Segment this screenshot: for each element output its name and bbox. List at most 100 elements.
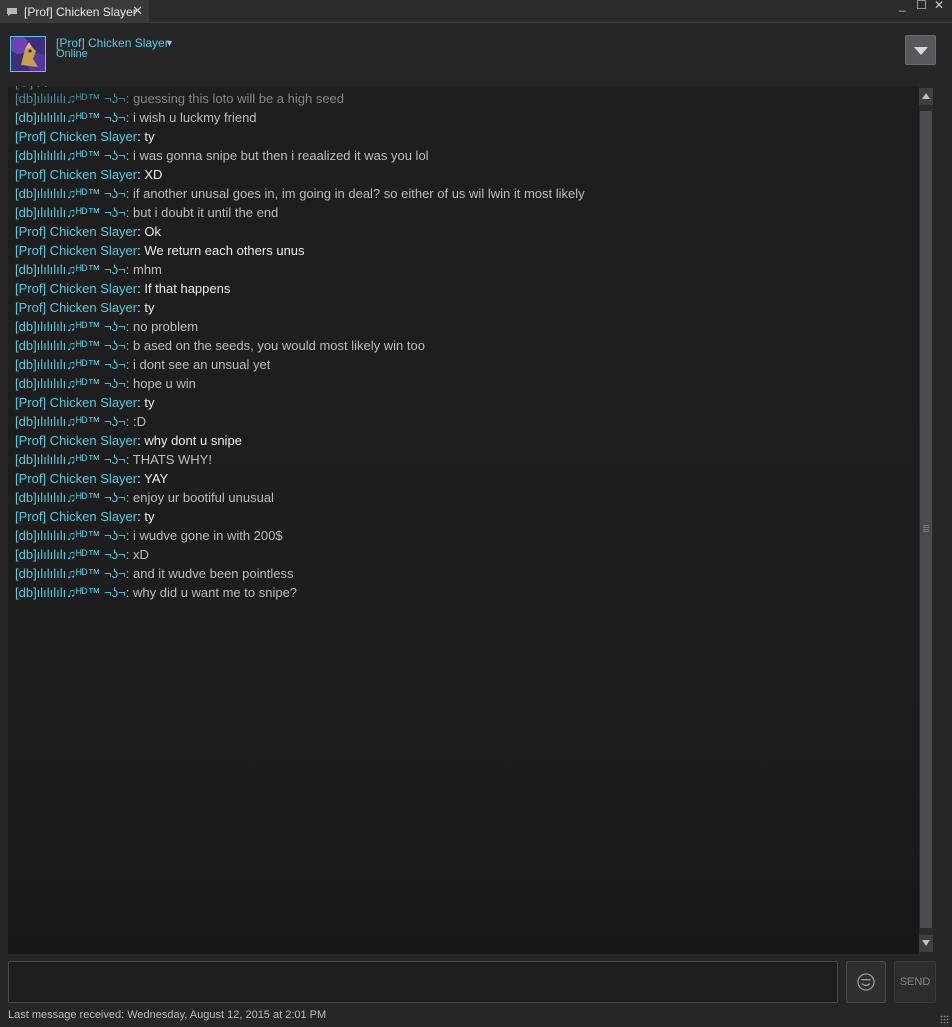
message-text: b ased on the seeds, you would most like…: [133, 338, 425, 353]
emoticon-button[interactable]: [846, 961, 886, 1003]
chat-message: [db]ılılılılı♫ᴴᴰ™ ¬ʖ¬: :D: [15, 414, 146, 430]
message-text: ty: [144, 129, 155, 144]
message-text: ty: [144, 300, 155, 315]
message-sender[interactable]: [db]ılılılılı♫ᴴᴰ™ ¬ʖ¬: [15, 338, 126, 353]
message-text: enjoy ur bootiful unusual: [133, 490, 274, 505]
message-separator: :: [125, 528, 133, 543]
chevron-down-icon[interactable]: ▼: [165, 38, 174, 48]
close-tab-icon[interactable]: ✕: [132, 3, 143, 19]
avatar-image: [11, 37, 45, 71]
message-sender[interactable]: [Prof] Chicken Slayer: [15, 167, 137, 182]
maximize-icon[interactable]: ☐: [916, 0, 927, 12]
message-text: why dont u snipe: [144, 433, 242, 448]
message-sender[interactable]: [Prof] Chicken Slayer: [15, 300, 137, 315]
last-message-received: Last message received: Wednesday, August…: [8, 1009, 327, 1021]
message-separator: :: [125, 110, 133, 125]
chat-tab[interactable]: [Prof] Chicken Slayer ✕: [0, 0, 149, 23]
message-text: ty: [144, 509, 155, 524]
message-text: XD: [144, 167, 163, 182]
message-text: THATS WHY!: [132, 452, 212, 467]
message-sender[interactable]: [db]ılılılılı♫ᴴᴰ™ ¬ʖ¬: [15, 205, 126, 220]
chevron-down-icon: [914, 47, 928, 55]
message-sender[interactable]: [db]ılılılılı♫ᴴᴰ™ ¬ʖ¬: [15, 91, 126, 106]
chat-scrollbar[interactable]: [919, 88, 933, 952]
message-input[interactable]: [8, 961, 838, 1003]
message-sender[interactable]: [db]ılılılılı♫ᴴᴰ™ ¬ʖ¬: [15, 186, 126, 201]
message-sender[interactable]: [Prof] Chicken Slayer: [15, 471, 137, 486]
tab-title: [Prof] Chicken Slayer: [24, 4, 137, 19]
message-text: if another unusal goes in, im going in d…: [133, 186, 585, 201]
chat-message: [db]ılılılılı♫ᴴᴰ™ ¬ʖ¬: no problem: [15, 319, 198, 335]
message-sender[interactable]: [db]ılılılılı♫ᴴᴰ™ ¬ʖ¬: [15, 490, 126, 505]
message-separator: :: [125, 319, 133, 334]
chat-message: [db]ılılılılı♫ᴴᴰ™ ¬ʖ¬: if another unusal…: [15, 186, 585, 202]
chat-message: [db]ılılılılı♫ᴴᴰ™ ¬ʖ¬: b ased on the see…: [15, 338, 425, 354]
message-text: YAY: [144, 471, 169, 486]
chat-message: [Prof] Chicken Slayer: ty: [15, 300, 154, 316]
message-separator: :: [125, 262, 133, 277]
message-sender[interactable]: [Prof] Chicken Slayer: [15, 433, 137, 448]
message-text: i wish u luckmy friend: [133, 110, 257, 125]
message-sender[interactable]: [db]ılılılılı♫ᴴᴰ™ ¬ʖ¬: [15, 262, 126, 277]
chat-message: [Prof] Chicken Slayer: ty: [15, 395, 154, 411]
message-separator: :: [125, 376, 133, 391]
message-text: no problem: [133, 319, 199, 334]
message-sender[interactable]: [Prof] Chicken Slayer: [15, 395, 137, 410]
arrow-down-icon: [922, 940, 930, 946]
options-dropdown-button[interactable]: [905, 35, 936, 65]
message-separator: :: [125, 91, 133, 106]
message-sender[interactable]: [db]ılılılılı♫ᴴᴰ™ ¬ʖ¬: [15, 110, 126, 125]
close-window-icon[interactable]: ✕: [934, 0, 944, 12]
chat-message: [Prof] Chicken Slayer: ty: [15, 509, 154, 525]
message-sender[interactable]: [db]ılılılılı♫ᴴᴰ™ ¬ʖ¬: [15, 357, 126, 372]
message-sender[interactable]: [db]ılılılılı♫ᴴᴰ™ ¬ʖ¬: [15, 585, 126, 600]
message-separator: :: [125, 414, 133, 429]
message-sender[interactable]: [Prof] Chicken Slayer: [15, 129, 137, 144]
chat-window: [Prof] Chicken Slayer ✕ _ ☐ ✕ [Prof] Chi…: [0, 0, 952, 1027]
scroll-thumb[interactable]: [920, 111, 932, 928]
avatar[interactable]: [10, 36, 46, 72]
chat-message: [Prof] Chicken Slayer: ty: [15, 129, 154, 145]
message-sender[interactable]: [db]ılılılılı♫ᴴᴰ™ ¬ʖ¬: [15, 319, 126, 334]
tab-bar: [Prof] Chicken Slayer ✕ _ ☐ ✕: [0, 0, 952, 23]
chat-message: [Prof] Chicken Slayer: We return each ot…: [15, 243, 305, 259]
message-separator: :: [125, 148, 133, 163]
smiley-icon: [857, 973, 875, 991]
message-sender[interactable]: [Prof] Chicken Slayer: [15, 509, 137, 524]
scroll-up-button[interactable]: [919, 88, 933, 105]
message-text: xD: [133, 547, 149, 562]
message-sender[interactable]: [db]ılılılılı♫ᴴᴰ™ ¬ʖ¬: [15, 528, 126, 543]
chat-bubble-icon: [7, 7, 17, 16]
message-sender[interactable]: [db]ılılılılı♫ᴴᴰ™ ¬ʖ¬: [15, 566, 126, 581]
message-separator: :: [125, 205, 133, 220]
message-sender[interactable]: [db]ılılılılı♫ᴴᴰ™ ¬ʖ¬: [15, 547, 126, 562]
send-button[interactable]: SEND: [894, 961, 936, 1003]
chat-message: [db]ılılılılı♫ᴴᴰ™ ¬ʖ¬: enjoy ur bootiful…: [15, 490, 274, 506]
message-separator: :: [125, 338, 133, 353]
message-sender[interactable]: [Prof] Chicken Slayer: [15, 281, 137, 296]
chat-message: [Prof] Chicken Slayer: XD: [15, 167, 162, 183]
chat-message: [db]ılılılılı♫ᴴᴰ™ ¬ʖ¬: hope u win: [15, 376, 196, 392]
message-sender[interactable]: [db]ılılılılı♫ᴴᴰ™ ¬ʖ¬: [15, 414, 126, 429]
chat-message: [db]ılılılılı♫ᴴᴰ™ ¬ʖ¬: why did u want me…: [15, 585, 297, 601]
scroll-down-button[interactable]: [919, 935, 933, 952]
message-separator: :: [125, 490, 133, 505]
message-text: i wudve gone in with 200$: [133, 528, 283, 543]
message-text: :D: [133, 414, 146, 429]
message-separator: :: [125, 357, 133, 372]
message-text: but i doubt it until the end: [133, 205, 279, 220]
message-sender[interactable]: [db]ılılılılı♫ᴴᴰ™ ¬ʖ¬: [15, 452, 126, 467]
chat-message: [db]ılılılılı♫ᴴᴰ™ ¬ʖ¬: i dont see an uns…: [15, 357, 270, 373]
minimize-icon[interactable]: _: [899, 0, 906, 12]
message-sender[interactable]: [Prof] Chicken Slayer: [15, 224, 137, 239]
message-sender[interactable]: [db]ılılılılı♫ᴴᴰ™ ¬ʖ¬: [15, 148, 126, 163]
chat-message: [db]ılılılılı♫ᴴᴰ™ ¬ʖ¬: and it wudve been…: [15, 566, 293, 582]
resize-grip-icon[interactable]: [940, 1015, 950, 1025]
chat-message: [db]ılılılılı♫ᴴᴰ™ ¬ʖ¬: mhm: [15, 262, 162, 278]
message-sender[interactable]: [db]ılılılılı♫ᴴᴰ™ ¬ʖ¬: [15, 376, 126, 391]
message-sender[interactable]: [Prof] Chicken Slayer: [15, 243, 137, 258]
message-text: guessing this loto will be a high seed: [133, 91, 345, 106]
message-separator: :: [125, 186, 133, 201]
message-text: i dont see an unsual yet: [133, 357, 271, 372]
message-text: Ok: [144, 224, 161, 239]
